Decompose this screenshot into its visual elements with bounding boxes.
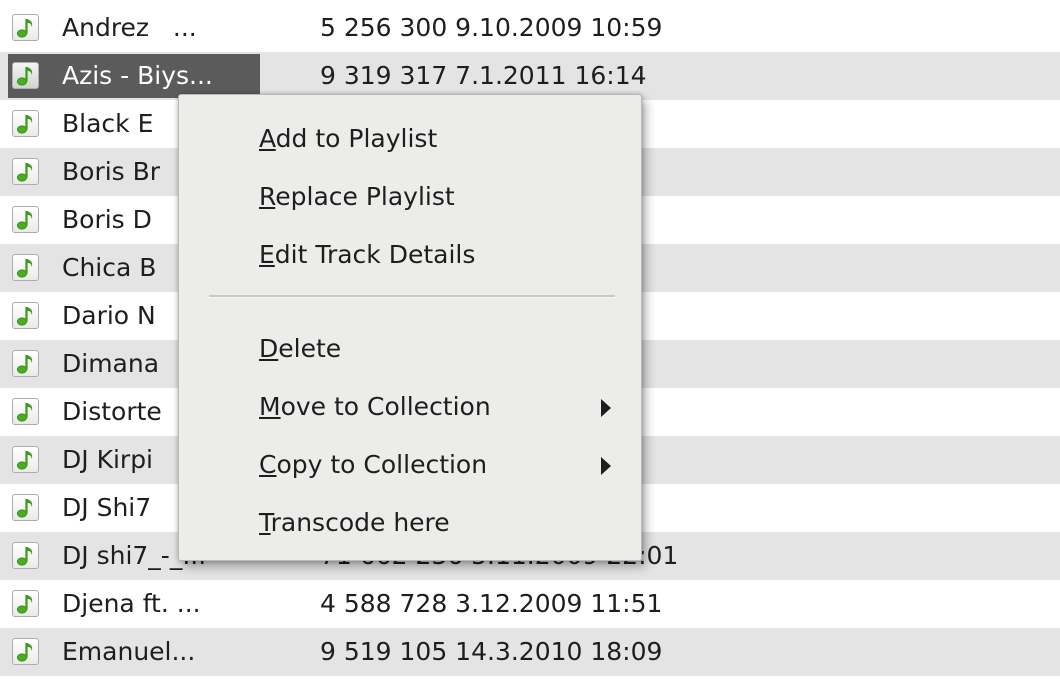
table-row[interactable]: Djena ft. ... 4 588 728 3.12.2009 11:51 [0, 580, 1060, 628]
table-row[interactable]: Andrez ... 5 256 300 9.10.2009 10:59 [0, 4, 1060, 52]
menu-item-add-to-playlist[interactable]: Add to Playlist [179, 111, 641, 167]
file-name: Boris Br [62, 157, 161, 186]
submenu-arrow-icon [601, 457, 611, 475]
file-size-and-date: 5 256 300 9.10.2009 10:59 [320, 13, 663, 42]
menu-item-label: Transcode here [259, 508, 450, 537]
menu-item-label: Copy to Collection [259, 450, 488, 479]
file-name: Azis - Biys... [62, 61, 213, 90]
menu-item-label: Edit Track Details [259, 240, 476, 269]
music-file-icon [12, 206, 39, 233]
music-file-icon [12, 254, 39, 281]
file-size-and-date: 9 319 317 7.1.2011 16:14 [320, 61, 647, 90]
file-name: Boris D [62, 205, 152, 234]
file-name: Dimana [62, 349, 160, 378]
music-file-icon [12, 590, 39, 617]
menu-item-label: Add to Playlist [259, 124, 438, 153]
music-file-icon [12, 542, 39, 569]
music-file-icon [12, 158, 39, 185]
table-row-selected[interactable]: Azis - Biys... 9 319 317 7.1.2011 16:14 [0, 52, 1060, 100]
music-file-icon [12, 62, 39, 89]
file-name: DJ Kirpi [62, 445, 154, 474]
menu-item-label: Replace Playlist [259, 182, 455, 211]
file-name: Black E [62, 109, 154, 138]
table-row[interactable]: Emanuel... 9 519 105 14.3.2010 18:09 [0, 628, 1060, 676]
menu-item-edit-track-details[interactable]: Edit Track Details [179, 227, 641, 283]
file-name: DJ Shi7 [62, 493, 152, 522]
menu-item-move-to-collection[interactable]: Move to Collection [179, 379, 641, 435]
music-file-icon [12, 398, 39, 425]
menu-item-label: Delete [259, 334, 342, 363]
music-file-icon [12, 446, 39, 473]
file-size-and-date: 4 588 728 3.12.2009 11:51 [320, 589, 663, 618]
file-size-and-date: 9 519 105 14.3.2010 18:09 [320, 637, 663, 666]
submenu-arrow-icon [601, 399, 611, 417]
file-name: Distorte [62, 397, 162, 426]
file-name: Andrez ... [62, 13, 197, 42]
file-name: Emanuel... [62, 637, 196, 666]
menu-item-delete[interactable]: Delete [179, 321, 641, 377]
music-file-icon [12, 110, 39, 137]
music-file-icon [12, 494, 39, 521]
file-name: Dario N [62, 301, 156, 330]
music-file-icon [12, 350, 39, 377]
menu-item-copy-to-collection[interactable]: Copy to Collection [179, 437, 641, 493]
menu-item-transcode-here[interactable]: Transcode here [179, 495, 641, 551]
music-file-icon [12, 302, 39, 329]
file-name: Chica B [62, 253, 157, 282]
menu-item-replace-playlist[interactable]: Replace Playlist [179, 169, 641, 225]
music-file-icon [12, 14, 39, 41]
menu-item-label: Move to Collection [259, 392, 491, 421]
menu-separator [209, 295, 615, 298]
music-file-icon [12, 638, 39, 665]
file-name: Djena ft. ... [62, 589, 201, 618]
context-menu: Add to Playlist Replace Playlist Edit Tr… [178, 94, 642, 561]
